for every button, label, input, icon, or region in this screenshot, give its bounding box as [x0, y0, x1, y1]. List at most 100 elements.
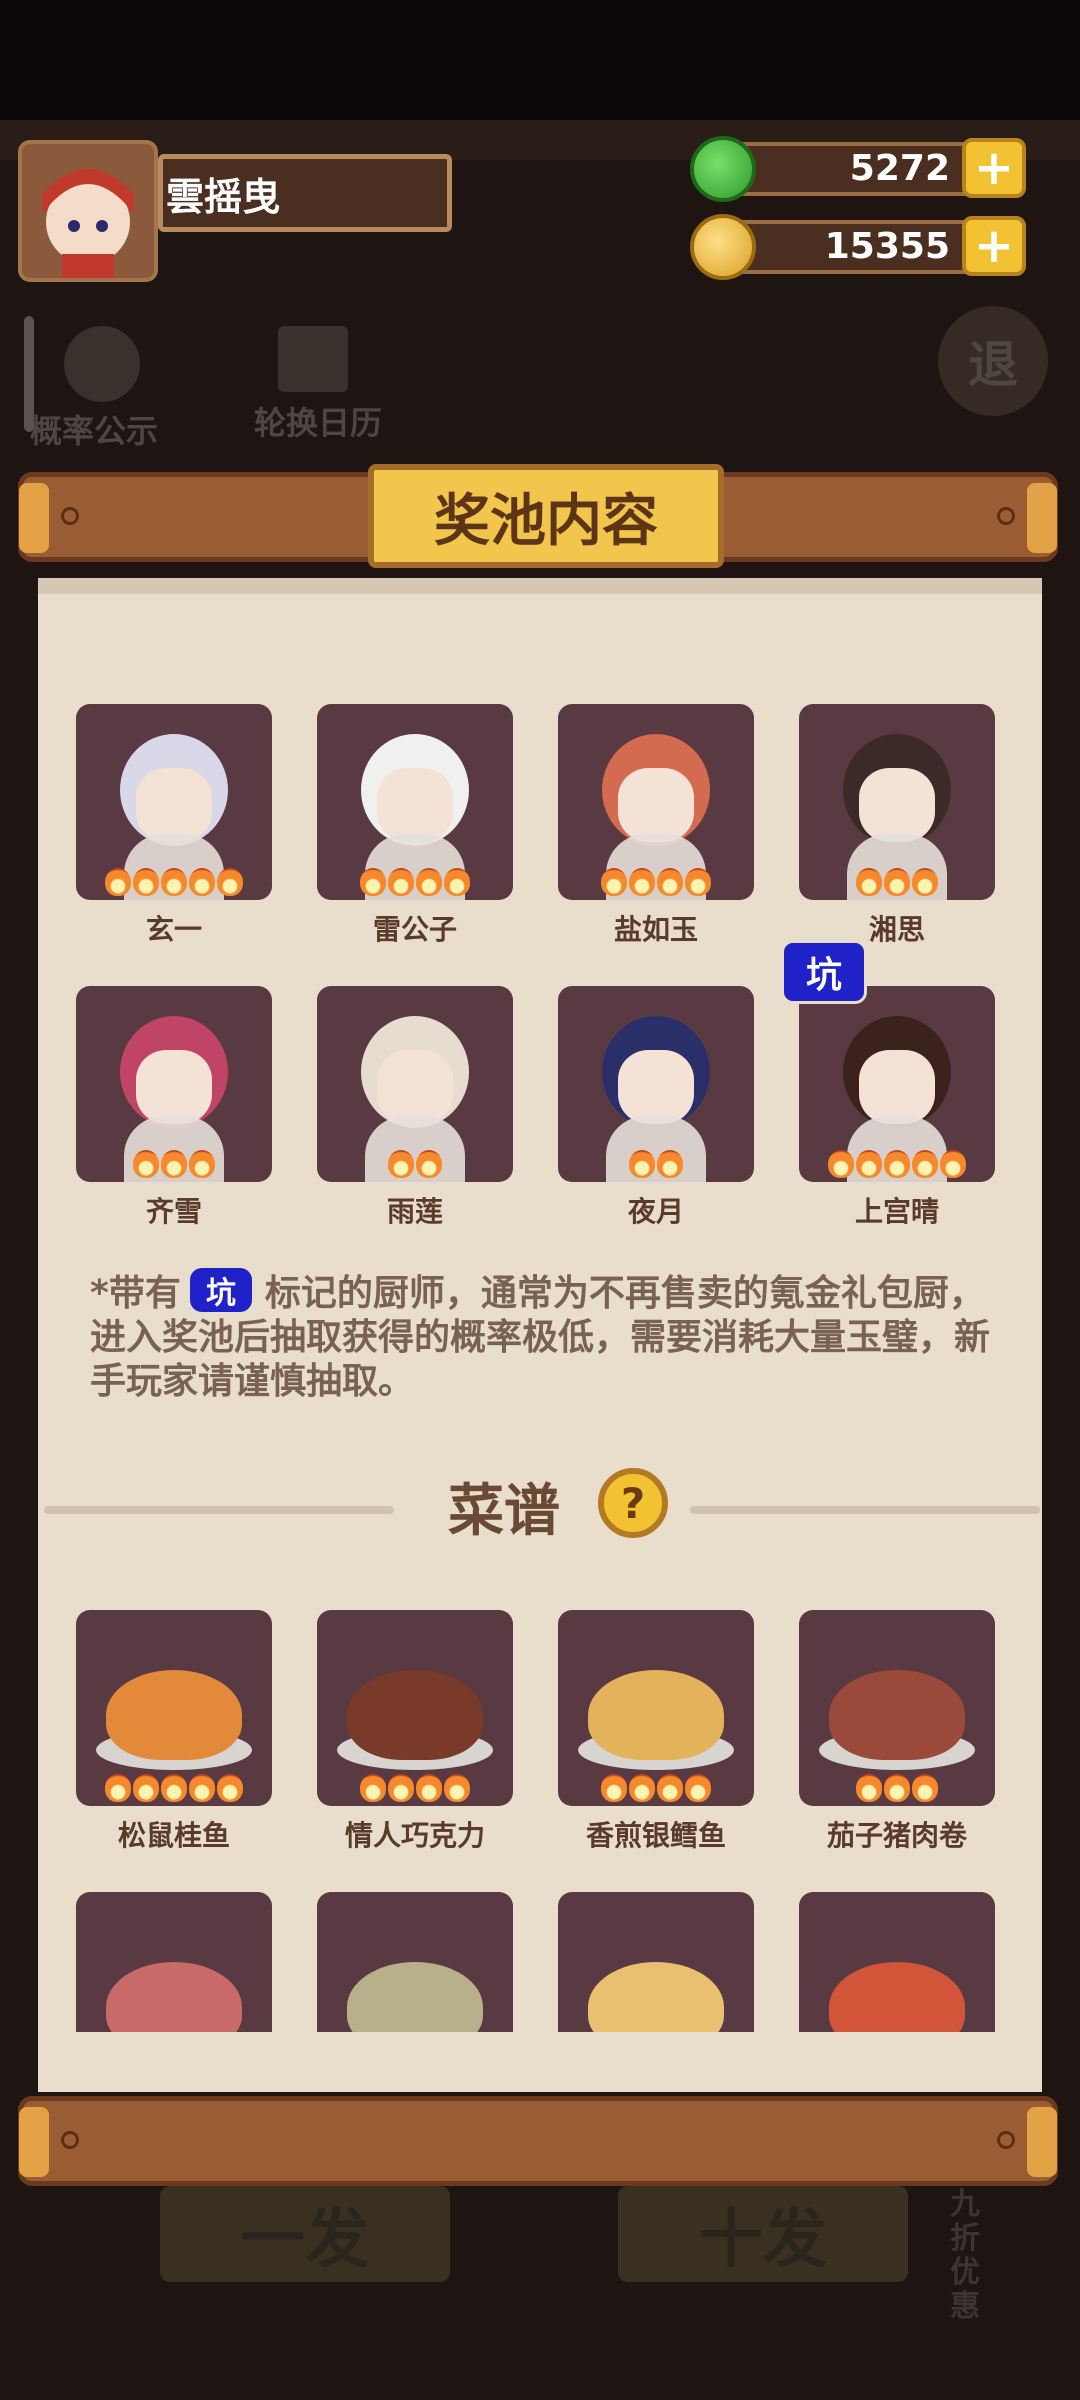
star-rating	[799, 868, 995, 896]
flame-star-icon	[884, 868, 910, 896]
chef-name: 雷公子	[372, 913, 457, 946]
chef-name: 齐雪	[145, 1195, 202, 1228]
recipe-card[interactable]	[799, 1610, 995, 1806]
calendar-icon	[278, 326, 348, 392]
flame-star-icon	[828, 1150, 854, 1178]
rotation-calendar-label: 轮换日历	[254, 404, 383, 442]
ten-draw-button[interactable]: 十发	[618, 2186, 908, 2282]
chef-card[interactable]	[799, 986, 995, 1182]
board-cap-left	[19, 2107, 49, 2177]
flame-star-icon	[685, 1774, 711, 1802]
chef-face	[618, 768, 694, 842]
flame-star-icon	[388, 868, 414, 896]
divider-right	[690, 1506, 1040, 1514]
percent-icon	[64, 326, 140, 402]
star-rating	[76, 1774, 272, 1802]
recipe-card-partial[interactable]	[317, 1892, 513, 2032]
note-text: 标记的厨师，通常为不再售卖的氪金礼包厨，进入奖池后抽取获得的概率极低，需要消耗大…	[90, 1273, 991, 1402]
recipe-name: 情人巧克力	[344, 1819, 485, 1852]
flame-star-icon	[217, 1774, 243, 1802]
nail	[997, 2131, 1015, 2149]
single-draw-button[interactable]: 一发	[160, 2186, 450, 2282]
dish-icon	[106, 1670, 242, 1760]
chef-card[interactable]	[76, 704, 272, 900]
flame-star-icon	[360, 868, 386, 896]
chef-card[interactable]	[317, 704, 513, 900]
flame-star-icon	[189, 868, 215, 896]
flame-star-icon	[884, 1774, 910, 1802]
flame-star-icon	[685, 868, 711, 896]
flame-star-icon	[444, 868, 470, 896]
player-avatar[interactable]	[18, 140, 158, 282]
plus-icon: +	[973, 140, 1015, 196]
discount-tag: 九折优惠	[950, 2188, 990, 2324]
chef-face	[377, 1050, 453, 1124]
recipes-title: 菜谱	[448, 1479, 560, 1544]
flame-star-icon	[601, 868, 627, 896]
recipe-card[interactable]	[558, 1610, 754, 1806]
keng-badge: 坑	[781, 940, 867, 1004]
dish-icon	[588, 1962, 724, 2032]
flame-star-icon	[629, 868, 655, 896]
flame-star-icon	[856, 868, 882, 896]
flame-star-icon	[161, 1150, 187, 1178]
add-coin-button[interactable]: +	[962, 216, 1026, 276]
chef-card[interactable]	[558, 986, 754, 1182]
chef-name: 盐如玉	[613, 913, 698, 946]
bottom-scroll-board	[18, 2096, 1058, 2186]
flame-star-icon	[133, 868, 159, 896]
note-prefix: *带有	[90, 1273, 181, 1314]
chef-card[interactable]	[76, 986, 272, 1182]
nail	[61, 2131, 79, 2149]
flame-star-icon	[217, 868, 243, 896]
recipe-card-partial[interactable]	[799, 1892, 995, 2032]
flame-star-icon	[105, 1774, 131, 1802]
flame-star-icon	[629, 1150, 655, 1178]
chef-name: 夜月	[627, 1195, 684, 1228]
rate-notice-label: 概率公示	[30, 412, 159, 450]
flame-star-icon	[884, 1150, 910, 1178]
rate-notice-button[interactable]: 概率公示	[30, 326, 230, 452]
nail	[61, 507, 79, 525]
dish-icon	[829, 1962, 965, 2032]
chef-avatar-icon	[22, 144, 154, 278]
rotation-calendar-button[interactable]: 轮换日历	[254, 326, 454, 444]
flame-star-icon	[601, 1774, 627, 1802]
chef-face	[859, 768, 935, 842]
star-rating	[317, 1774, 513, 1802]
board-cap-right	[1027, 483, 1057, 553]
recipe-card-partial[interactable]	[558, 1892, 754, 2032]
star-rating	[558, 1774, 754, 1802]
add-jade-button[interactable]: +	[962, 138, 1026, 198]
chef-face	[377, 768, 453, 842]
flame-star-icon	[444, 1774, 470, 1802]
board-cap-left	[19, 483, 49, 553]
flame-star-icon	[388, 1774, 414, 1802]
recipe-name: 香煎银鳕鱼	[585, 1819, 726, 1852]
divider-left	[44, 1506, 394, 1514]
star-rating	[317, 868, 513, 896]
chef-card[interactable]	[558, 704, 754, 900]
exit-label: 退	[968, 336, 1018, 394]
star-rating	[76, 868, 272, 896]
star-rating	[799, 1150, 995, 1178]
flame-star-icon	[161, 1774, 187, 1802]
star-rating	[558, 1150, 754, 1178]
flame-star-icon	[133, 1150, 159, 1178]
recipe-card[interactable]	[76, 1610, 272, 1806]
flame-star-icon	[189, 1150, 215, 1178]
board-cap-right	[1027, 2107, 1057, 2177]
help-icon[interactable]: ?	[598, 1468, 668, 1538]
coin-value: 15355	[824, 226, 950, 267]
recipe-card-partial[interactable]	[76, 1892, 272, 2032]
paper-top-shadow	[38, 578, 1042, 594]
chef-card[interactable]	[317, 986, 513, 1182]
flame-star-icon	[940, 1150, 966, 1178]
chef-name: 雨莲	[386, 1195, 443, 1228]
recipe-name: 茄子猪肉卷	[826, 1819, 967, 1852]
chef-card[interactable]	[799, 704, 995, 900]
exit-button[interactable]: 退	[938, 306, 1048, 416]
dish-icon	[347, 1962, 483, 2032]
star-rating	[76, 1150, 272, 1178]
recipe-card[interactable]	[317, 1610, 513, 1806]
